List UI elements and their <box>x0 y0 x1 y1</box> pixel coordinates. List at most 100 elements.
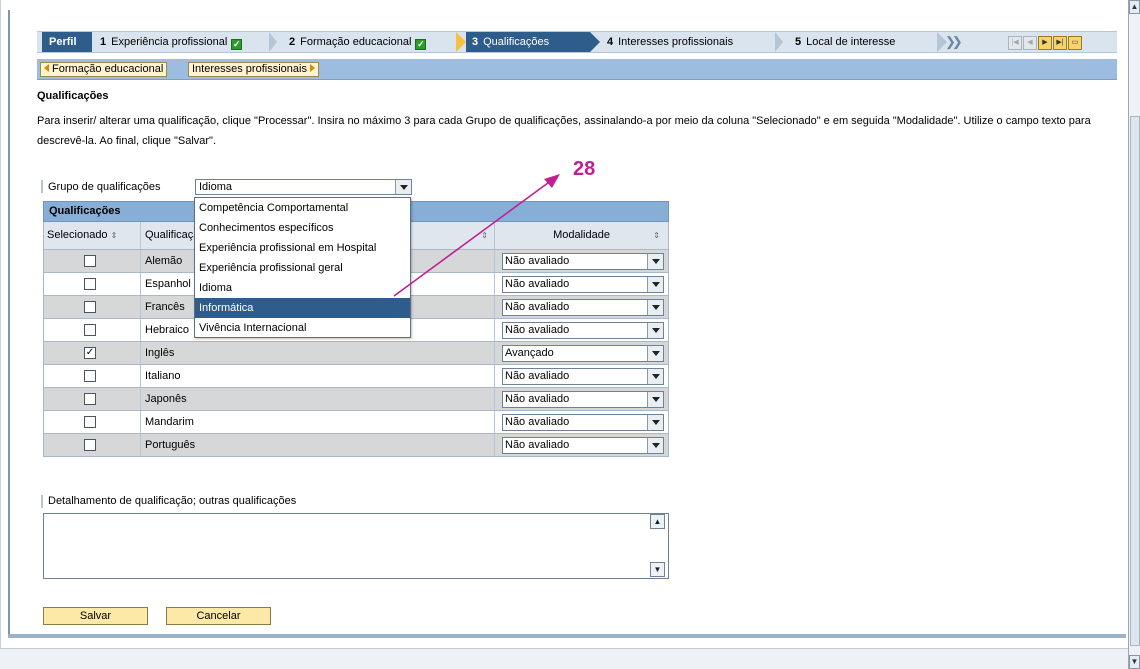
roadmap-step-3[interactable]: 3 Qualificações <box>466 32 590 52</box>
chevron-down-icon[interactable] <box>647 392 663 407</box>
row-checkbox[interactable] <box>84 278 96 290</box>
chevron-down-icon[interactable] <box>647 254 663 269</box>
roadmap-step-5[interactable]: 5 Local de interesse <box>789 32 895 52</box>
annotation-number: 28 <box>573 158 596 180</box>
chevron-right-icon <box>456 32 466 52</box>
selected-cell <box>44 296 141 318</box>
chevron-down-icon[interactable] <box>647 300 663 315</box>
mode-select[interactable]: Não avaliado <box>502 414 664 431</box>
chevron-down-icon[interactable] <box>647 346 663 361</box>
sort-icon[interactable]: ⇕ <box>111 222 118 249</box>
selected-cell <box>44 273 141 295</box>
roadmap-profile[interactable]: Perfil <box>42 32 92 52</box>
breadcrumb: Formação educacional Interesses profissi… <box>37 59 1117 80</box>
chevron-down-icon[interactable] <box>647 277 663 292</box>
row-checkbox[interactable]: ✓ <box>84 347 96 359</box>
roadmap-bar: Perfil 1 Experiência profissional ✓ 2 Forma… <box>37 31 1117 53</box>
table-row[interactable]: ✓ Inglês Avançado <box>43 342 669 365</box>
option-idioma[interactable]: Idioma <box>195 278 410 298</box>
scroll-up-icon[interactable]: ▲ <box>1129 0 1140 14</box>
selected-cell: ✓ <box>44 342 141 364</box>
chevron-down-icon[interactable] <box>647 323 663 338</box>
mode-select-value: Não avaliado <box>505 393 570 405</box>
mode-select[interactable]: Não avaliado <box>502 391 664 408</box>
page-title: Qualificações <box>37 90 109 102</box>
detail-textarea[interactable] <box>43 513 669 579</box>
next-step-icon[interactable]: ▶ <box>1038 36 1052 50</box>
table-row[interactable]: Japonês Não avaliado <box>43 388 669 411</box>
row-checkbox[interactable] <box>84 439 96 451</box>
mode-select[interactable]: Não avaliado <box>502 437 664 454</box>
detail-label: Detalhamento de qualificação; outras qua… <box>48 495 297 507</box>
mode-select-value: Não avaliado <box>505 416 570 428</box>
column-selected[interactable]: Selecionado ⇕ <box>44 222 141 249</box>
scroll-down-icon[interactable]: ▼ <box>1129 655 1140 669</box>
row-checkbox[interactable] <box>84 416 96 428</box>
selected-cell <box>44 411 141 433</box>
last-step-icon[interactable]: ▶| <box>1053 36 1067 50</box>
option-vivencia[interactable]: Vivência Internacional <box>195 318 410 338</box>
scrollbar-thumb[interactable] <box>1130 116 1140 646</box>
cancel-button[interactable]: Cancelar <box>166 607 271 625</box>
previous-step-icon[interactable]: ◀ <box>1023 36 1037 50</box>
textarea-scroll-up-icon[interactable]: ▲ <box>650 514 665 529</box>
chevron-right-icon <box>590 32 600 52</box>
step-number: 1 <box>100 36 107 48</box>
qualification-name: Mandarim <box>141 411 495 433</box>
row-checkbox[interactable] <box>84 255 96 267</box>
selected-cell <box>44 434 141 456</box>
row-checkbox[interactable] <box>84 370 96 382</box>
step-number: 5 <box>795 36 802 48</box>
table-row[interactable]: Mandarim Não avaliado <box>43 411 669 434</box>
mode-select[interactable]: Não avaliado <box>502 368 664 385</box>
mode-select-value: Não avaliado <box>505 439 570 451</box>
field-marker <box>41 495 43 508</box>
option-conhecimentos[interactable]: Conhecimentos específicos <box>195 218 410 238</box>
table-row[interactable]: Português Não avaliado <box>43 434 669 457</box>
selected-cell <box>44 250 141 272</box>
row-checkbox[interactable] <box>84 301 96 313</box>
step-label: Formação educacional <box>300 36 412 48</box>
chevron-right-icon <box>775 32 783 52</box>
mode-select[interactable]: Não avaliado <box>502 322 664 339</box>
row-checkbox[interactable] <box>84 393 96 405</box>
more-steps-icon[interactable]: ❯❯ <box>945 34 963 50</box>
row-checkbox[interactable] <box>84 324 96 336</box>
sort-icon[interactable]: ⇕ <box>653 222 660 249</box>
mode-select-value: Avançado <box>505 347 554 359</box>
mode-select-value: Não avaliado <box>505 370 570 382</box>
checkmark-icon: ✓ <box>415 39 427 50</box>
mode-select[interactable]: Avançado <box>502 345 664 362</box>
field-marker <box>41 180 43 193</box>
chevron-down-icon[interactable] <box>647 369 663 384</box>
chevron-right-icon <box>269 32 277 52</box>
group-options-list: Competência Comportamental Conhecimentos… <box>194 197 411 338</box>
roadmap-step-1[interactable]: 1 Experiência profissional ✓ <box>94 32 243 52</box>
step-number: 3 <box>472 36 479 48</box>
back-link[interactable]: Formação educacional <box>40 62 168 77</box>
roadmap-step-4[interactable]: 4 Interesses profissionais <box>601 32 733 52</box>
expand-icon[interactable]: ▭ <box>1068 36 1082 50</box>
option-informatica[interactable]: Informática <box>195 298 410 318</box>
step-label: Local de interesse <box>806 36 896 48</box>
option-exp-hospital[interactable]: Experiência profissional em Hospital <box>195 238 410 258</box>
annotation-arrowhead <box>544 174 560 188</box>
roadmap-step-2[interactable]: 2 Formação educacional ✓ <box>283 32 427 52</box>
chevron-down-icon[interactable] <box>647 438 663 453</box>
next-link-label: Interesses profissionais <box>192 63 307 75</box>
save-button[interactable]: Salvar <box>43 607 148 625</box>
chevron-down-icon[interactable] <box>647 415 663 430</box>
annotation-arrow-line <box>393 179 553 297</box>
table-row[interactable]: Italiano Não avaliado <box>43 365 669 388</box>
option-exp-geral[interactable]: Experiência profissional geral <box>195 258 410 278</box>
option-competencia[interactable]: Competência Comportamental <box>195 198 410 218</box>
qualification-name: Inglês <box>141 342 495 364</box>
selected-cell <box>44 388 141 410</box>
step-label: Experiência profissional <box>111 36 228 48</box>
instructions-text: Para inserir/ alterar uma qualificação, … <box>37 115 1091 147</box>
step-label: Interesses profissionais <box>618 36 734 48</box>
next-link[interactable]: Interesses profissionais <box>188 62 319 77</box>
step-number: 2 <box>289 36 296 48</box>
textarea-scroll-down-icon[interactable]: ▼ <box>650 562 665 577</box>
first-step-icon[interactable]: |◀ <box>1008 36 1022 50</box>
